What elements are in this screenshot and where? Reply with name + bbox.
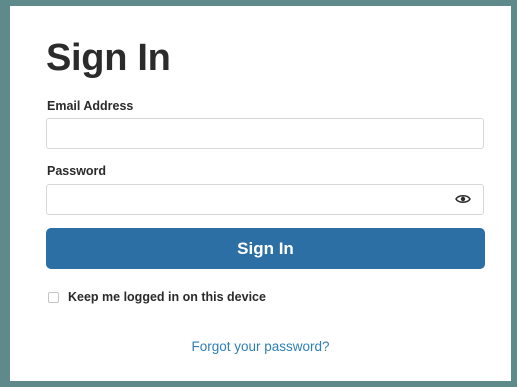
remember-me-row: Keep me logged in on this device <box>48 289 266 305</box>
page-title: Sign In <box>46 37 171 79</box>
password-label: Password <box>47 164 107 178</box>
signin-card: Sign In Email Address Password Sign In K… <box>10 6 511 381</box>
password-input[interactable] <box>46 184 484 215</box>
sign-in-button[interactable]: Sign In <box>46 228 485 269</box>
eye-icon[interactable] <box>455 192 471 206</box>
remember-me-checkbox[interactable] <box>48 291 59 303</box>
email-input[interactable] <box>46 118 484 149</box>
email-label: Email Address <box>47 99 134 113</box>
forgot-password-link[interactable]: Forgot your password? <box>10 339 511 354</box>
remember-me-label: Keep me logged in on this device <box>68 290 266 304</box>
